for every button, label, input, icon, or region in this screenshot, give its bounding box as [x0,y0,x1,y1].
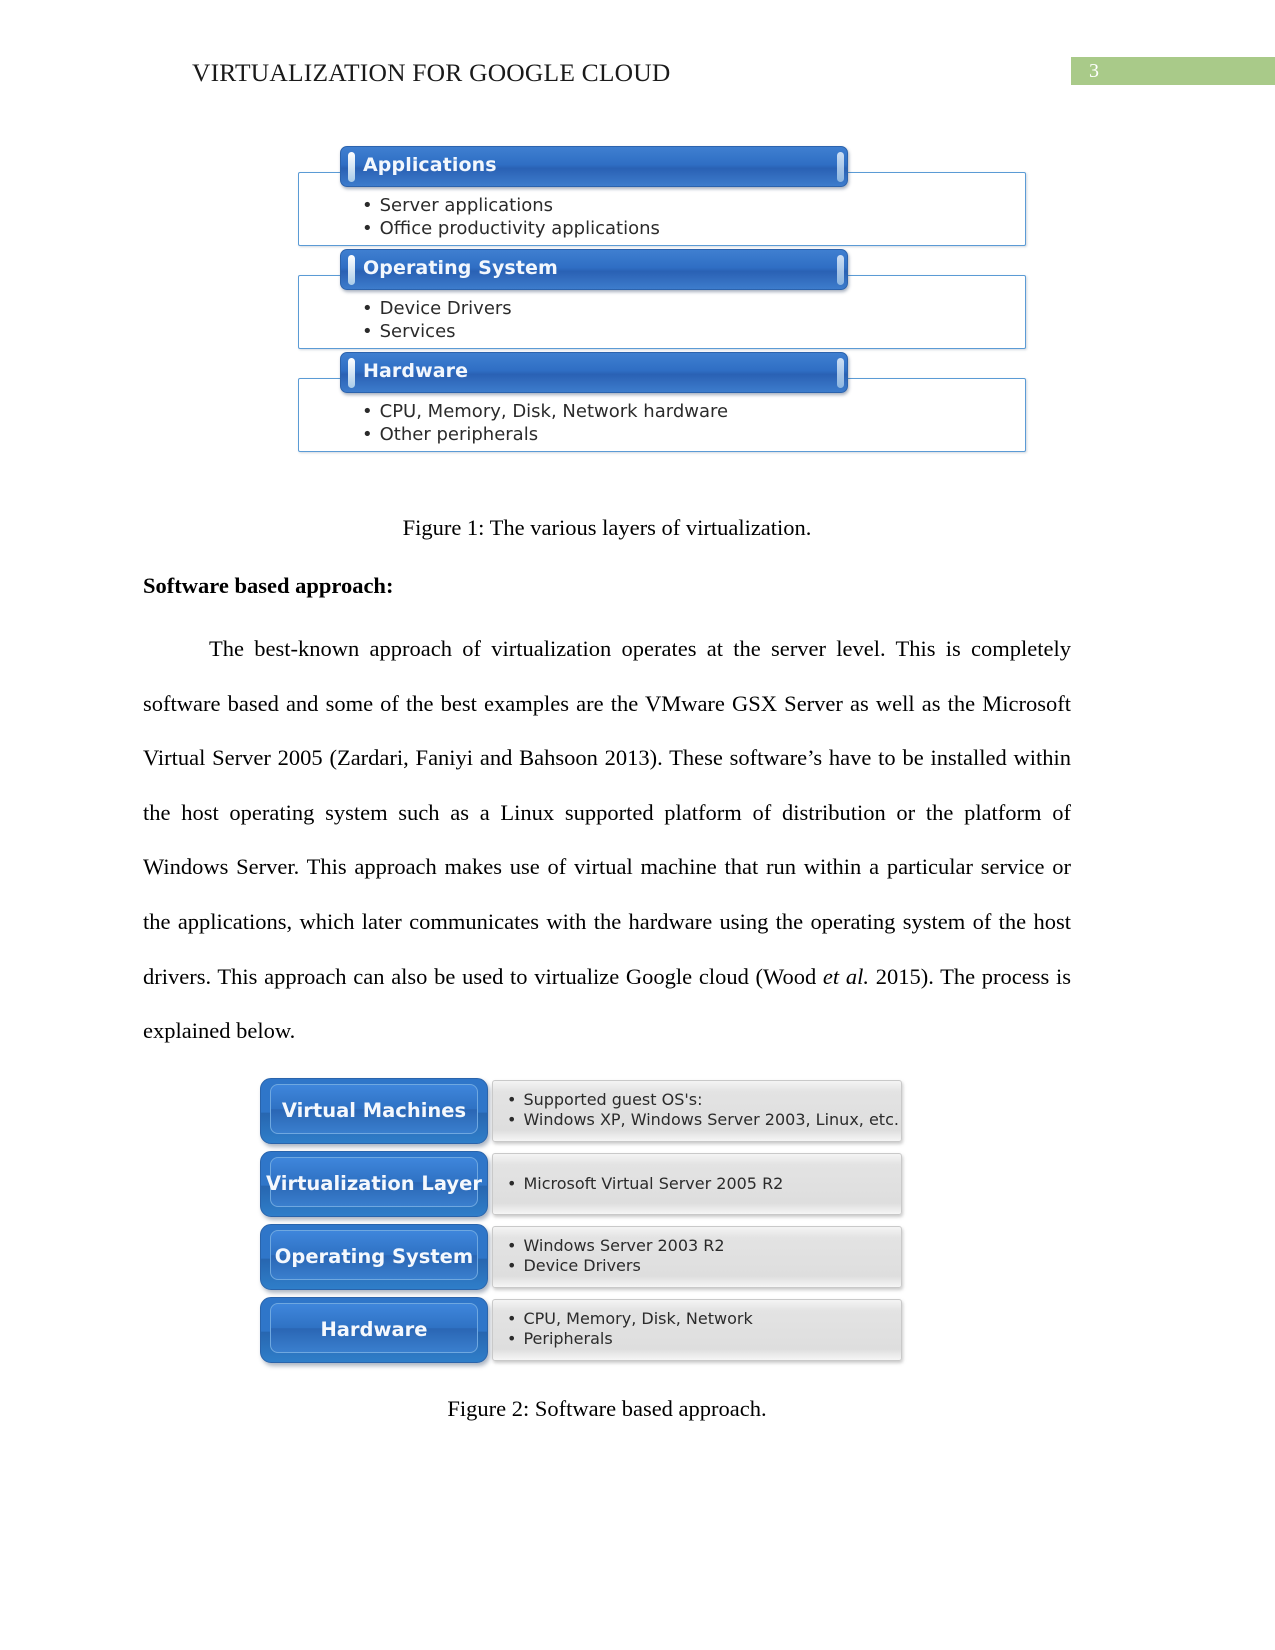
bullet-icon: • [507,1329,517,1348]
row-label-block: Operating System [260,1224,488,1290]
bullet-icon: • [362,401,373,422]
running-header-title: VIRTUALIZATION FOR GOOGLE CLOUD [192,58,671,87]
list-item: • Office productivity applications [362,217,660,240]
row-detail-panel: • Windows Server 2003 R2 • Device Drivers [492,1226,902,1288]
row-detail-panel: • Supported guest OS's: • Windows XP, Wind… [492,1080,902,1142]
row-bullet-list: • Supported guest OS's: • Windows XP, Wind… [507,1090,899,1130]
page-number: 3 [1089,60,1099,82]
bar-accent-tab-icon [348,358,355,388]
figure2-row-operating-system: Operating System • Windows Server 2003 R2… [256,1224,906,1292]
bullet-icon: • [362,218,373,239]
bullet-icon: • [362,298,373,319]
row-label-text: Operating System [274,1245,474,1268]
row-bullet-list: • Windows Server 2003 R2 • Device Drivers [507,1236,725,1276]
body-paragraph: The best-known approach of virtualizatio… [143,622,1071,1059]
bullet-icon: • [507,1236,517,1255]
row-label-text: Virtualization Layer [266,1172,482,1195]
bullet-text: Microsoft Virtual Server 2005 R2 [523,1174,784,1193]
bullet-text: Server applications [379,195,554,216]
list-item: • Device Drivers [362,297,512,320]
bullet-text: Office productivity applications [379,218,660,239]
bullet-text: Device Drivers [379,298,512,319]
layer-title-bar: Operating System [340,249,848,290]
paragraph-text-part-1: The best-known approach of virtualizatio… [143,636,1071,989]
bullet-text: Other peripherals [379,424,539,445]
row-label-block: Virtual Machines [260,1078,488,1144]
bullet-icon: • [507,1090,517,1109]
section-heading-software-based-approach: Software based approach: [143,573,394,598]
list-item: • Peripherals [507,1329,753,1349]
figure2-row-virtualization-layer: Virtualization Layer • Microsoft Virtual … [256,1151,906,1219]
list-item: • Other peripherals [362,423,728,446]
bullet-icon: • [362,195,373,216]
layer-title-bar: Hardware [340,352,848,393]
row-label-block: Virtualization Layer [260,1151,488,1217]
list-item: • Microsoft Virtual Server 2005 R2 [507,1174,783,1194]
row-detail-panel: • CPU, Memory, Disk, Network • Peripherals [492,1299,902,1361]
bullet-icon: • [362,321,373,342]
list-item: • CPU, Memory, Disk, Network [507,1309,753,1329]
bar-accent-tab-icon [348,255,355,285]
list-item: • Windows XP, Windows Server 2003, Linux,… [507,1110,899,1130]
bullet-text: Device Drivers [523,1256,641,1275]
bullet-icon: • [507,1174,517,1193]
bullet-icon: • [507,1110,517,1129]
bullet-text: Supported guest OS's: [523,1090,703,1109]
row-label-block: Hardware [260,1297,488,1363]
layer-title-label: Applications [363,154,497,176]
page-header: VIRTUALIZATION FOR GOOGLE CLOUD 3 [0,0,1275,110]
bullet-icon: • [362,424,373,445]
row-detail-panel: • Microsoft Virtual Server 2005 R2 [492,1153,902,1215]
list-item: • Server applications [362,194,660,217]
figure-2-software-based-approach: Virtual Machines • Supported guest OS's: … [256,1078,906,1370]
bullet-text: CPU, Memory, Disk, Network hardware [379,401,729,422]
bullet-text: Windows Server 2003 R2 [523,1236,725,1255]
layer-bullet-list: • Server applications • Office productivit… [362,194,660,240]
bullet-text: CPU, Memory, Disk, Network [523,1309,753,1328]
row-label-text: Hardware [320,1318,428,1341]
layer-bullet-list: • Device Drivers • Services [362,297,512,343]
row-bullet-list: • CPU, Memory, Disk, Network • Peripherals [507,1309,753,1349]
row-label-text: Virtual Machines [281,1099,467,1122]
bullet-text: Services [379,321,456,342]
bullet-text: Peripherals [523,1329,613,1348]
layer-title-label: Operating System [363,257,558,279]
list-item: • Supported guest OS's: [507,1090,899,1110]
figure2-row-hardware: Hardware • CPU, Memory, Disk, Network • Pe… [256,1297,906,1365]
figure-2-caption: Figure 2: Software based approach. [447,1396,767,1421]
list-item: • CPU, Memory, Disk, Network hardware [362,400,728,423]
bullet-icon: • [507,1256,517,1275]
list-item: • Services [362,320,512,343]
figure-1-virtualization-layers: Applications • Server applications • Offic… [296,146,1032,458]
bullet-icon: • [507,1309,517,1328]
row-bullet-list: • Microsoft Virtual Server 2005 R2 [507,1174,783,1194]
bullet-text: Windows XP, Windows Server 2003, Linux, … [523,1110,899,1129]
layer-bullet-list: • CPU, Memory, Disk, Network hardware • Ot… [362,400,728,446]
list-item: • Windows Server 2003 R2 [507,1236,725,1256]
bar-accent-tab-icon [348,152,355,182]
layer-title-bar: Applications [340,146,848,187]
list-item: • Device Drivers [507,1256,725,1276]
page-number-badge: 3 [1071,57,1275,85]
paragraph-text-italic: et al. [822,963,869,989]
figure2-row-virtual-machines: Virtual Machines • Supported guest OS's: … [256,1078,906,1146]
layer-title-label: Hardware [363,360,469,382]
figure-1-caption: Figure 1: The various layers of virtuali… [402,515,812,540]
